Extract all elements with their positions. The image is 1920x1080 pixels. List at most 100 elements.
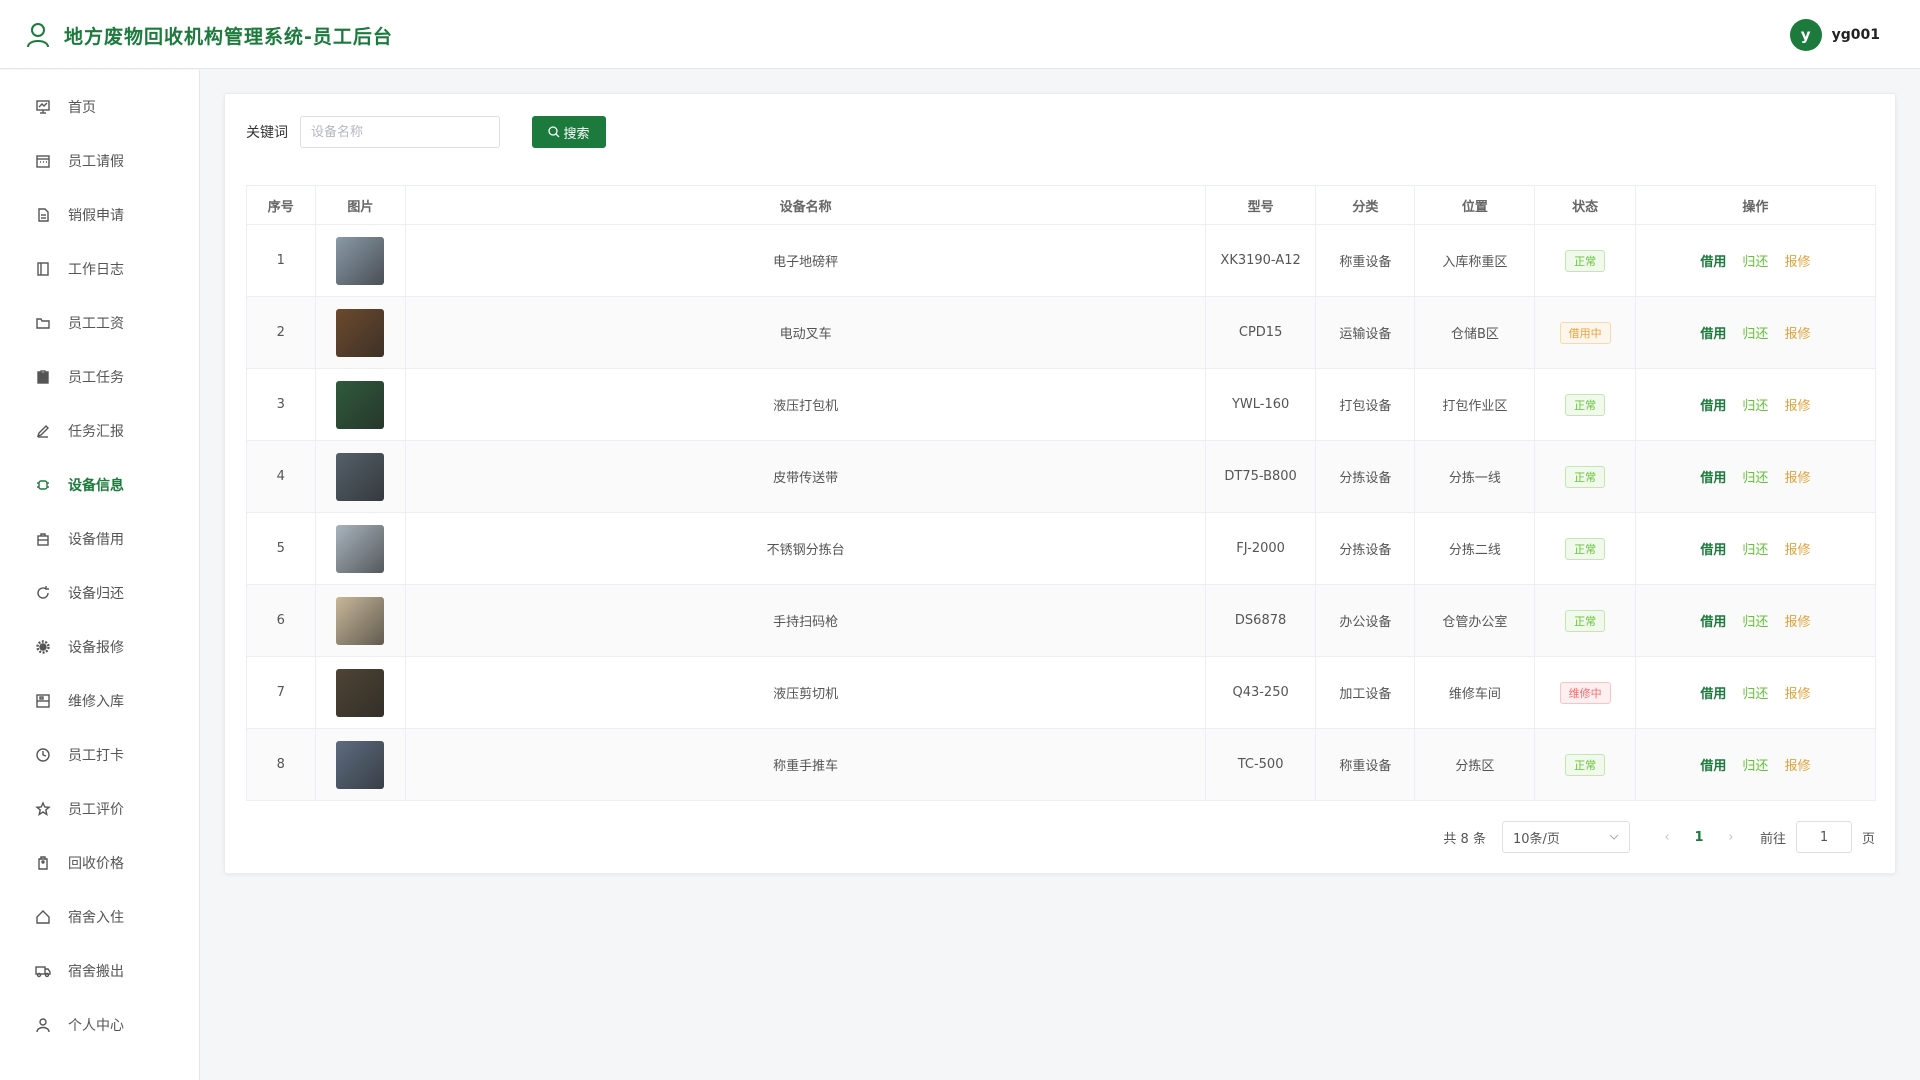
sidebar-item-label: 维修入库 bbox=[68, 694, 124, 710]
equipment-image[interactable] bbox=[336, 668, 385, 717]
equipment-name: 手持扫码枪 bbox=[405, 584, 1206, 657]
next-page-icon[interactable]: › bbox=[1716, 830, 1746, 845]
document-icon bbox=[34, 206, 52, 224]
status-badge: 正常 bbox=[1565, 249, 1606, 272]
equipment-model: DS6878 bbox=[1204, 584, 1317, 657]
sidebar-item-10[interactable]: 设备报修 bbox=[0, 620, 199, 674]
sidebar-item-9[interactable]: 设备归还 bbox=[0, 566, 199, 620]
sidebar-item-label: 宿舍入住 bbox=[68, 910, 124, 926]
sidebar-item-label: 员工工资 bbox=[68, 316, 124, 332]
borrow-link[interactable]: 借用 bbox=[1700, 759, 1726, 774]
equipment-location: 打包作业区 bbox=[1414, 368, 1536, 441]
equipment-location: 分拣一线 bbox=[1414, 440, 1536, 513]
avatar[interactable]: y bbox=[1789, 19, 1822, 51]
thumbnail-cell bbox=[314, 440, 407, 513]
table-row: 3 液压打包机 YWL-160 打包设备 打包作业区 正常 借用 归还 报修 bbox=[246, 368, 1877, 441]
equipment-image[interactable] bbox=[336, 308, 385, 357]
equipment-model: DT75-B800 bbox=[1204, 440, 1317, 513]
repair-link[interactable]: 报修 bbox=[1784, 615, 1810, 630]
sidebar-item-1[interactable]: 员工请假 bbox=[0, 134, 199, 188]
chevron-down-icon bbox=[1609, 834, 1619, 840]
sidebar-item-16[interactable]: 宿舍搬出 bbox=[0, 944, 199, 998]
equipment-category: 打包设备 bbox=[1315, 368, 1416, 441]
thumbnail-cell bbox=[314, 296, 407, 369]
sidebar-item-12[interactable]: 员工打卡 bbox=[0, 728, 199, 782]
repair-link[interactable]: 报修 bbox=[1784, 759, 1810, 774]
row-number: 2 bbox=[246, 296, 316, 369]
repair-link[interactable]: 报修 bbox=[1784, 399, 1810, 414]
status-cell: 正常 bbox=[1534, 512, 1636, 585]
borrow-link[interactable]: 借用 bbox=[1700, 255, 1726, 270]
return-link[interactable]: 归还 bbox=[1742, 255, 1768, 270]
borrow-link[interactable]: 借用 bbox=[1700, 327, 1726, 342]
equipment-image[interactable] bbox=[336, 380, 385, 429]
borrow-link[interactable]: 借用 bbox=[1700, 615, 1726, 630]
return-link[interactable]: 归还 bbox=[1742, 615, 1768, 630]
borrow-link[interactable]: 借用 bbox=[1700, 687, 1726, 702]
current-page[interactable]: 1 bbox=[1682, 830, 1716, 845]
username[interactable]: yg001 bbox=[1832, 27, 1880, 43]
equipment-image[interactable] bbox=[336, 236, 385, 285]
repair-link[interactable]: 报修 bbox=[1784, 471, 1810, 486]
refresh-icon bbox=[34, 584, 52, 602]
equipment-image[interactable] bbox=[336, 740, 385, 789]
return-link[interactable]: 归还 bbox=[1742, 327, 1768, 342]
equipment-category: 运输设备 bbox=[1315, 296, 1416, 369]
user-logo-icon bbox=[27, 23, 49, 48]
sidebar-item-label: 工作日志 bbox=[68, 262, 124, 278]
sidebar-item-label: 员工打卡 bbox=[68, 748, 124, 764]
keyword-label: 关键词 bbox=[246, 125, 288, 141]
borrow-link[interactable]: 借用 bbox=[1700, 399, 1726, 414]
table-row: 4 皮带传送带 DT75-B800 分拣设备 分拣一线 正常 借用 归还 报修 bbox=[246, 440, 1877, 513]
thumbnail-cell bbox=[314, 368, 407, 441]
status-cell: 正常 bbox=[1534, 368, 1636, 441]
goto-page-input[interactable] bbox=[1795, 821, 1852, 853]
return-link[interactable]: 归还 bbox=[1742, 399, 1768, 414]
sidebar-item-7[interactable]: 设备信息 bbox=[0, 458, 199, 512]
sidebar-item-3[interactable]: 工作日志 bbox=[0, 242, 199, 296]
app-title: 地方废物回收机构管理系统-员工后台 bbox=[64, 26, 393, 48]
sidebar-item-4[interactable]: 员工工资 bbox=[0, 296, 199, 350]
table-row: 7 液压剪切机 Q43-250 加工设备 维修车间 维修中 借用 归还 报修 bbox=[246, 656, 1877, 729]
equipment-model: Q43-250 bbox=[1204, 656, 1317, 729]
sidebar-item-11[interactable]: 维修入库 bbox=[0, 674, 199, 728]
sidebar-item-14[interactable]: 回收价格 bbox=[0, 836, 199, 890]
equipment-image[interactable] bbox=[336, 524, 385, 573]
sidebar-item-17[interactable]: 个人中心 bbox=[0, 998, 199, 1052]
equipment-image[interactable] bbox=[336, 596, 385, 645]
user-menu[interactable]: y yg001 bbox=[1789, 19, 1880, 51]
search-input[interactable] bbox=[300, 116, 500, 148]
sidebar-item-6[interactable]: 任务汇报 bbox=[0, 404, 199, 458]
equipment-location: 仓储B区 bbox=[1414, 296, 1536, 369]
equipment-name: 电子地磅秤 bbox=[405, 224, 1206, 297]
repair-link[interactable]: 报修 bbox=[1784, 687, 1810, 702]
return-link[interactable]: 归还 bbox=[1742, 687, 1768, 702]
page-size-select[interactable]: 10条/页 bbox=[1501, 821, 1630, 853]
repair-link[interactable]: 报修 bbox=[1784, 255, 1810, 270]
status-badge: 正常 bbox=[1565, 753, 1606, 776]
borrow-link[interactable]: 借用 bbox=[1700, 471, 1726, 486]
return-link[interactable]: 归还 bbox=[1742, 759, 1768, 774]
equipment-image[interactable] bbox=[336, 452, 385, 501]
row-number: 1 bbox=[246, 224, 316, 297]
sidebar-item-15[interactable]: 宿舍入住 bbox=[0, 890, 199, 944]
sidebar-item-5[interactable]: 员工任务 bbox=[0, 350, 199, 404]
column-header: 设备名称 bbox=[405, 185, 1206, 225]
prev-page-icon[interactable]: ‹ bbox=[1652, 830, 1682, 845]
status-cell: 正常 bbox=[1534, 728, 1636, 801]
borrow-link[interactable]: 借用 bbox=[1700, 543, 1726, 558]
repair-link[interactable]: 报修 bbox=[1784, 543, 1810, 558]
return-link[interactable]: 归还 bbox=[1742, 543, 1768, 558]
sidebar-item-8[interactable]: 设备借用 bbox=[0, 512, 199, 566]
thumbnail-cell bbox=[314, 656, 407, 729]
sidebar-item-0[interactable]: 首页 bbox=[0, 80, 199, 134]
sidebar-item-label: 销假申请 bbox=[68, 208, 124, 224]
sidebar-item-13[interactable]: 员工评价 bbox=[0, 782, 199, 836]
calendar-icon bbox=[34, 152, 52, 170]
repair-link[interactable]: 报修 bbox=[1784, 327, 1810, 342]
sidebar-item-2[interactable]: 销假申请 bbox=[0, 188, 199, 242]
return-link[interactable]: 归还 bbox=[1742, 471, 1768, 486]
search-button[interactable]: 搜索 bbox=[532, 116, 606, 148]
table-row: 6 手持扫码枪 DS6878 办公设备 仓管办公室 正常 借用 归还 报修 bbox=[246, 584, 1877, 657]
equipment-panel: 关键词 搜索 序号图片设备名称型号分类位置状态操作 1 电子地磅秤XK3190-A… bbox=[224, 93, 1896, 874]
